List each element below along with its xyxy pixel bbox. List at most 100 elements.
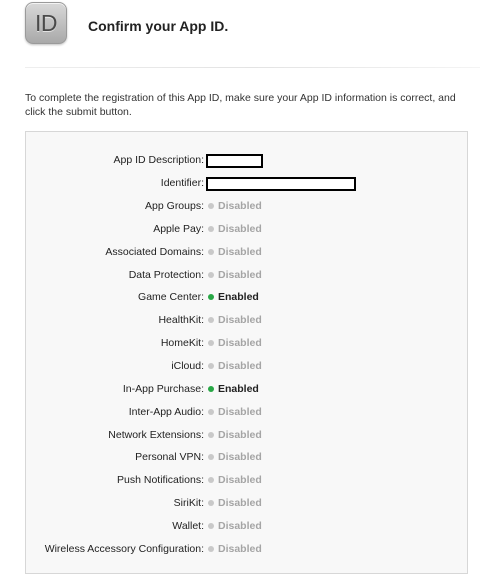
capability-status: Enabled bbox=[208, 289, 259, 305]
detail-row-description: App ID Description: bbox=[26, 152, 467, 168]
status-disabled: Disabled bbox=[208, 335, 262, 351]
status-text: Enabled bbox=[218, 291, 259, 303]
status-disabled: Disabled bbox=[208, 267, 262, 283]
status-disabled: Disabled bbox=[208, 221, 262, 237]
capability-label: iCloud: bbox=[171, 360, 204, 372]
description-label: App ID Description: bbox=[113, 154, 204, 166]
capability-row: Network Extensions: Disabled bbox=[26, 427, 467, 443]
intro-text: To complete the registration of this App… bbox=[25, 92, 456, 118]
capability-row: App Groups: Disabled bbox=[26, 198, 467, 214]
capability-label: Push Notifications: bbox=[117, 474, 204, 486]
status-disabled: Disabled bbox=[208, 495, 262, 511]
app-id-icon-text: ID bbox=[35, 9, 58, 36]
status-disabled: Disabled bbox=[208, 358, 262, 374]
status-disabled: Disabled bbox=[208, 449, 262, 465]
gray-dot-icon bbox=[208, 249, 214, 255]
gray-dot-icon bbox=[208, 432, 214, 438]
capability-label: Wireless Accessory Configuration: bbox=[44, 543, 204, 555]
capability-status: Disabled bbox=[208, 404, 262, 420]
capability-status: Disabled bbox=[208, 267, 262, 283]
status-disabled: Disabled bbox=[208, 472, 262, 488]
capability-status: Disabled bbox=[208, 312, 262, 328]
header-divider bbox=[25, 67, 480, 68]
status-disabled: Disabled bbox=[208, 244, 262, 260]
capability-status: Disabled bbox=[208, 427, 262, 443]
gray-dot-icon bbox=[208, 226, 214, 232]
capability-row: SiriKit: Disabled bbox=[26, 495, 467, 511]
capability-row: iCloud: Disabled bbox=[26, 358, 467, 374]
status-disabled: Disabled bbox=[208, 198, 262, 214]
capability-status: Disabled bbox=[208, 221, 262, 237]
status-text: Disabled bbox=[218, 314, 262, 326]
status-disabled: Disabled bbox=[208, 518, 262, 534]
status-disabled: Disabled bbox=[208, 427, 262, 443]
green-dot-icon bbox=[208, 294, 214, 300]
capability-label: In-App Purchase: bbox=[122, 383, 204, 395]
detail-row-identifier: Identifier: bbox=[26, 175, 467, 191]
capability-row: Wireless Accessory Configuration: Disable… bbox=[26, 541, 467, 557]
gray-dot-icon bbox=[208, 203, 214, 209]
status-text: Disabled bbox=[218, 223, 262, 235]
capability-label: Personal VPN: bbox=[135, 451, 204, 463]
capability-status: Disabled bbox=[208, 244, 262, 260]
status-enabled: Enabled bbox=[208, 289, 259, 305]
capability-status: Disabled bbox=[208, 518, 262, 534]
status-text: Disabled bbox=[218, 429, 262, 441]
capability-status: Disabled bbox=[208, 541, 262, 557]
capability-status: Disabled bbox=[208, 198, 262, 214]
capability-label: HomeKit: bbox=[160, 337, 204, 349]
capability-status: Disabled bbox=[208, 449, 262, 465]
capability-status: Disabled bbox=[208, 472, 262, 488]
capability-label: App Groups: bbox=[145, 200, 204, 212]
capability-row: Data Protection: Disabled bbox=[26, 267, 467, 283]
status-text: Disabled bbox=[218, 406, 262, 418]
app-id-icon: ID bbox=[25, 2, 67, 44]
status-text: Disabled bbox=[218, 337, 262, 349]
capability-row: Wallet: Disabled bbox=[26, 518, 467, 534]
capability-label: Associated Domains: bbox=[105, 246, 204, 258]
status-enabled: Enabled bbox=[208, 381, 259, 397]
gray-dot-icon bbox=[208, 477, 214, 483]
gray-dot-icon bbox=[208, 340, 214, 346]
gray-dot-icon bbox=[208, 272, 214, 278]
identifier-label: Identifier: bbox=[160, 177, 204, 189]
status-text: Disabled bbox=[218, 269, 262, 281]
description-redacted-field bbox=[206, 154, 263, 168]
gray-dot-icon bbox=[208, 363, 214, 369]
green-dot-icon bbox=[208, 386, 214, 392]
app-id-details-box: App ID Description: Identifier: App Grou… bbox=[25, 131, 468, 574]
status-text: Disabled bbox=[218, 451, 262, 463]
status-disabled: Disabled bbox=[208, 541, 262, 557]
capability-status: Disabled bbox=[208, 495, 262, 511]
gray-dot-icon bbox=[208, 409, 214, 415]
capability-row: In-App Purchase: Enabled bbox=[26, 381, 467, 397]
confirm-app-id-page: ID Confirm your App ID. To complete the … bbox=[0, 0, 500, 580]
capability-label: Apple Pay: bbox=[153, 223, 204, 235]
status-text: Disabled bbox=[218, 360, 262, 372]
capability-label: Game Center: bbox=[138, 291, 204, 303]
capability-label: Data Protection: bbox=[128, 269, 204, 281]
page-header: ID Confirm your App ID. bbox=[0, 0, 500, 66]
gray-dot-icon bbox=[208, 523, 214, 529]
status-text: Disabled bbox=[218, 520, 262, 532]
gray-dot-icon bbox=[208, 317, 214, 323]
gray-dot-icon bbox=[208, 454, 214, 460]
capability-row: HealthKit: Disabled bbox=[26, 312, 467, 328]
status-text: Disabled bbox=[218, 543, 262, 555]
status-text: Disabled bbox=[218, 246, 262, 258]
capability-label: HealthKit: bbox=[158, 314, 204, 326]
status-disabled: Disabled bbox=[208, 404, 262, 420]
capability-row: Associated Domains: Disabled bbox=[26, 244, 467, 260]
capability-row: Apple Pay: Disabled bbox=[26, 221, 467, 237]
capability-row: Inter-App Audio: Disabled bbox=[26, 404, 467, 420]
capability-row: HomeKit: Disabled bbox=[26, 335, 467, 351]
capability-status: Disabled bbox=[208, 358, 262, 374]
gray-dot-icon bbox=[208, 500, 214, 506]
capability-label: Wallet: bbox=[172, 520, 204, 532]
status-text: Disabled bbox=[218, 200, 262, 212]
page-title: Confirm your App ID. bbox=[88, 18, 229, 34]
capability-status: Disabled bbox=[208, 335, 262, 351]
capability-status: Enabled bbox=[208, 381, 259, 397]
gray-dot-icon bbox=[208, 546, 214, 552]
capability-label: Network Extensions: bbox=[108, 429, 204, 441]
